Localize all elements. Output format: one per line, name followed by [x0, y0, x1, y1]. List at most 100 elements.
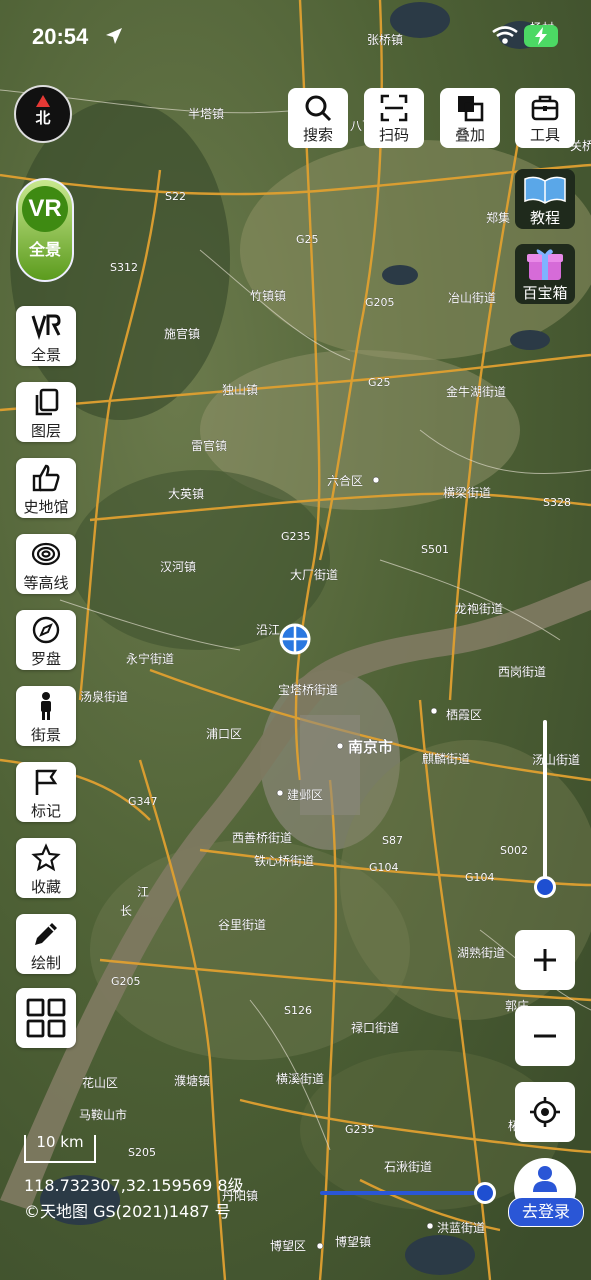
scan-icon: [380, 94, 408, 122]
zoom-in-button[interactable]: [515, 930, 575, 990]
tool-label: 罗盘: [30, 650, 61, 668]
map-label: S22: [165, 190, 186, 203]
gift-icon: [527, 249, 563, 280]
map-label: 西善桥街道: [232, 830, 292, 845]
tool-compass[interactable]: 罗盘: [16, 610, 76, 670]
vr-icon: [31, 314, 61, 340]
vr-badge: VR: [22, 186, 68, 232]
map-label: 西岗街道: [498, 665, 546, 679]
tilt-slider-handle[interactable]: [534, 876, 556, 898]
vr-panorama-button[interactable]: VR 全景: [16, 178, 74, 282]
minus-icon: [534, 1034, 556, 1038]
my-location-button[interactable]: [515, 1082, 575, 1142]
scale-bar: 10 km: [24, 1133, 96, 1163]
map-label: 谷里街道: [218, 918, 266, 932]
map-label: G205: [111, 975, 141, 988]
map-label: G205: [365, 296, 395, 309]
map-label: 汤山街道: [532, 753, 580, 767]
scan-label: 扫码: [378, 126, 409, 144]
tools-button[interactable]: 工具: [515, 88, 575, 148]
login-button[interactable]: 去登录: [508, 1197, 584, 1227]
map-label: G235: [281, 530, 311, 543]
compass-icon: [32, 616, 60, 644]
north-arrow-icon: [36, 95, 50, 107]
contour-icon: [31, 542, 61, 566]
copyright-text: ©天地图 GS(2021)1487 号: [24, 1202, 231, 1221]
map-label: 铁心桥街道: [254, 854, 314, 868]
tilt-slider-track[interactable]: [543, 720, 547, 890]
map-label: 金牛湖街道: [446, 384, 506, 399]
star-icon: [31, 843, 61, 872]
search-label: 搜索: [302, 126, 333, 144]
location-arrow-icon: [106, 28, 122, 44]
map-label: 郑集: [486, 210, 510, 225]
tool-label: 史地馆: [23, 498, 69, 516]
locate-icon: [530, 1097, 560, 1127]
map-label-city: 南京市: [348, 738, 393, 756]
status-bar: 20:54: [0, 0, 591, 70]
tutorial-button[interactable]: 教程: [515, 169, 575, 229]
tool-more-apps[interactable]: [16, 988, 76, 1048]
map-label: S002: [500, 844, 528, 857]
crosshair-target-icon: [279, 623, 311, 655]
thumbs-up-icon: [32, 464, 60, 492]
tool-label: 街景: [30, 726, 61, 744]
tool-street-view[interactable]: 街景: [16, 686, 76, 746]
map-label: 独山镇: [222, 383, 258, 397]
map-label: 湖熟街道: [457, 945, 505, 960]
user-icon: [533, 1166, 557, 1192]
tool-history-geography[interactable]: 史地馆: [16, 458, 76, 518]
opacity-slider-track[interactable]: [320, 1191, 490, 1195]
map-label: 石湫街道: [384, 1160, 432, 1174]
map-label: 栖霞区: [446, 707, 482, 722]
search-button[interactable]: 搜索: [288, 88, 348, 148]
map-label: 大英镇: [168, 487, 204, 501]
search-icon: [305, 95, 332, 122]
grid-icon: [26, 998, 66, 1038]
map-label: 马鞍山市: [79, 1107, 127, 1122]
map-label: 浦口区: [206, 727, 242, 741]
tool-favorites[interactable]: 收藏: [16, 838, 76, 898]
map-label: 博望区: [270, 1238, 306, 1253]
tool-label: 绘制: [30, 954, 61, 972]
map-label: 半塔镇: [188, 107, 224, 121]
tool-mark[interactable]: 标记: [16, 762, 76, 822]
tool-layers[interactable]: 图层: [16, 382, 76, 442]
tools-label: 工具: [529, 126, 560, 144]
map-label: G25: [296, 233, 319, 246]
map-label: 龙袍街道: [455, 601, 503, 616]
tool-label: 全景: [30, 346, 61, 364]
map-label: G104: [369, 861, 399, 874]
map-label: S87: [382, 834, 403, 847]
person-icon: [41, 692, 51, 720]
tool-contour[interactable]: 等高线: [16, 534, 76, 594]
map-label: 冶山街道: [448, 291, 496, 305]
battery-icon: [524, 25, 558, 47]
compass-label: 北: [35, 109, 51, 127]
tool-vr-panorama[interactable]: 全景: [16, 306, 76, 366]
map-label: 博望镇: [335, 1234, 371, 1249]
opacity-slider-handle[interactable]: [474, 1182, 496, 1204]
treasure-box-button[interactable]: 百宝箱: [515, 244, 575, 304]
overlay-button[interactable]: 叠加: [440, 88, 500, 148]
zoom-out-button[interactable]: [515, 1006, 575, 1066]
map-label: 施官镇: [164, 326, 200, 341]
scan-button[interactable]: 扫码: [364, 88, 424, 148]
vr-panorama-label: 全景: [28, 240, 61, 259]
map-label: 宝塔桥街道: [278, 683, 338, 697]
map-label: 长: [120, 904, 132, 918]
status-time: 20:54: [32, 24, 89, 49]
map-label: 禄口街道: [351, 1020, 399, 1035]
tool-label: 标记: [30, 802, 61, 820]
compass-button[interactable]: 北: [14, 85, 72, 143]
map-label: 洪蓝街道: [437, 1221, 485, 1235]
map-label: 横溪街道: [276, 1072, 324, 1086]
tutorial-label: 教程: [529, 209, 560, 227]
treasure-box-label: 百宝箱: [522, 284, 568, 302]
map-label: S501: [421, 543, 449, 556]
tool-draw[interactable]: 绘制: [16, 914, 76, 974]
overlay-label: 叠加: [454, 126, 485, 144]
map-label: 汉河镇: [160, 560, 196, 574]
map-label: 六合区: [327, 473, 363, 488]
map-label: 建邺区: [287, 788, 323, 802]
